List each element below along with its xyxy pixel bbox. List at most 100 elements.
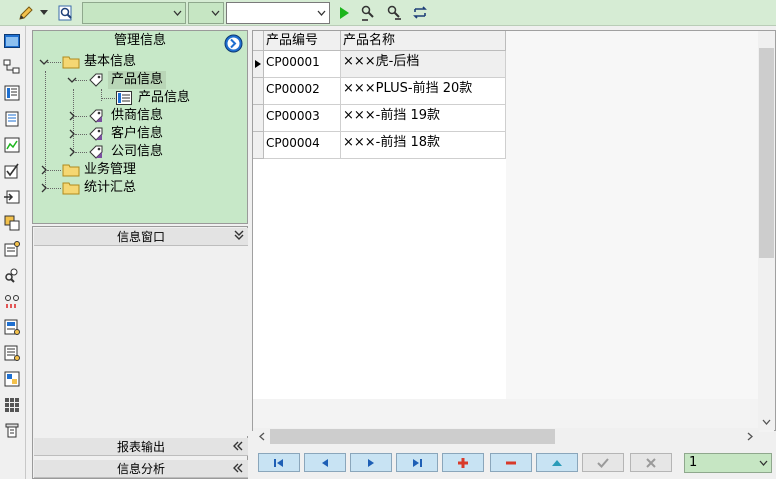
- run-icon[interactable]: [334, 3, 354, 23]
- folder-icon: [62, 164, 80, 177]
- checkbox-icon[interactable]: [3, 162, 21, 180]
- scroll-right-icon[interactable]: [741, 428, 758, 445]
- dropdown-arrow-icon[interactable]: [38, 3, 50, 23]
- plus-icon: [458, 457, 468, 468]
- settings-icon[interactable]: [3, 240, 21, 258]
- table-cell[interactable]: ×××虎-后档: [341, 51, 506, 78]
- collapse-panel-icon[interactable]: [224, 34, 243, 53]
- filter-combo-2[interactable]: [188, 2, 224, 24]
- table-cell[interactable]: ×××PLUS-前挡 20款: [341, 78, 506, 105]
- tree-connector: [47, 188, 61, 189]
- horizontal-scrollbar[interactable]: [253, 428, 759, 445]
- check-icon: [597, 457, 609, 468]
- tree-connector: [75, 116, 87, 117]
- chevron-down-icon[interactable]: [755, 454, 771, 472]
- table-cell[interactable]: CP00003: [264, 105, 341, 132]
- tag-icon: [89, 109, 103, 123]
- tree-node-business-mgmt[interactable]: 业务管理: [33, 161, 233, 179]
- table-cell[interactable]: CP00002: [264, 78, 341, 105]
- pencil-icon[interactable]: [16, 3, 36, 23]
- info-analysis-title: 信息分析: [116, 462, 165, 476]
- tree-connector: [75, 134, 87, 135]
- table-icon[interactable]: [3, 370, 21, 388]
- search-icon[interactable]: [56, 3, 76, 23]
- first-record-button[interactable]: [258, 453, 300, 472]
- tag-icon: [89, 127, 103, 141]
- chevron-down-icon[interactable]: [207, 3, 223, 23]
- folder-icon: [62, 56, 80, 69]
- filter-combo-1[interactable]: [82, 2, 186, 24]
- edit-record-button[interactable]: [536, 453, 578, 472]
- page-select[interactable]: 1: [684, 453, 772, 473]
- post-record-button[interactable]: [582, 453, 624, 472]
- report-output-title: 报表输出: [116, 440, 165, 454]
- row-indicator[interactable]: [253, 78, 264, 105]
- tree-node-basic-info[interactable]: 基本信息: [33, 53, 233, 71]
- users-icon[interactable]: [3, 266, 21, 284]
- tree-node-customer-info[interactable]: 客户信息: [33, 125, 233, 143]
- chevron-double-down-icon[interactable]: [234, 228, 244, 246]
- chevron-double-left-icon[interactable]: [232, 438, 244, 456]
- export-icon[interactable]: [3, 188, 21, 206]
- last-icon: [413, 458, 422, 467]
- vertical-scroll-thumb[interactable]: [759, 48, 774, 258]
- report-edit-icon[interactable]: [3, 344, 21, 362]
- grid-empty-area: [506, 31, 759, 399]
- pin-icon[interactable]: [3, 422, 21, 440]
- link-icon[interactable]: [3, 292, 21, 310]
- next-icon: [368, 458, 374, 467]
- find-user-icon[interactable]: [358, 3, 378, 23]
- tree-connector: [101, 98, 115, 99]
- current-row-arrow-icon: [255, 60, 261, 68]
- row-indicator[interactable]: [253, 105, 264, 132]
- tree-node-statistics[interactable]: 统计汇总: [33, 179, 233, 197]
- column-header-code[interactable]: 产品编号: [264, 31, 341, 51]
- info-window-panel: 信息窗口 报表输出 信息分析: [32, 226, 248, 479]
- horizontal-scroll-thumb[interactable]: [270, 429, 555, 444]
- info-analysis-header[interactable]: 信息分析: [34, 460, 248, 478]
- last-record-button[interactable]: [396, 453, 438, 472]
- network-icon[interactable]: [3, 58, 21, 76]
- delete-record-button[interactable]: [490, 453, 532, 472]
- row-indicator[interactable]: [253, 51, 264, 78]
- info-window-header[interactable]: 信息窗口: [34, 228, 248, 246]
- close-icon: [646, 457, 656, 468]
- tree-connector: [47, 62, 61, 63]
- report-output-header[interactable]: 报表输出: [34, 438, 248, 456]
- tree-node-company-info[interactable]: 公司信息: [33, 143, 233, 161]
- table-cell[interactable]: ×××-前挡 18款: [341, 132, 506, 159]
- list-icon[interactable]: [3, 84, 21, 102]
- tree-connector: [47, 170, 61, 171]
- table-cell[interactable]: ×××-前挡 19款: [341, 105, 506, 132]
- chevron-down-icon[interactable]: [169, 3, 185, 23]
- scroll-down-icon[interactable]: [758, 413, 775, 430]
- table-cell[interactable]: CP00004: [264, 132, 341, 159]
- scroll-left-icon[interactable]: [253, 428, 270, 445]
- vertical-scrollbar[interactable]: [758, 31, 775, 430]
- tree-connector: [75, 80, 87, 81]
- next-record-button[interactable]: [350, 453, 392, 472]
- prior-record-button[interactable]: [304, 453, 346, 472]
- table-cell[interactable]: CP00001: [264, 51, 341, 78]
- tree-node-supplier-info[interactable]: 供商信息: [33, 107, 233, 125]
- insert-record-button[interactable]: [442, 453, 484, 472]
- chevron-double-left-icon[interactable]: [232, 460, 244, 478]
- filter-value-combo[interactable]: [226, 2, 330, 24]
- report-icon[interactable]: [3, 318, 21, 336]
- chart-icon[interactable]: [3, 136, 21, 154]
- find-next-icon[interactable]: [384, 3, 404, 23]
- row-indicator[interactable]: [253, 132, 264, 159]
- product-grid: 产品编号 产品名称 CP00001 ×××虎-后档 CP00002 ×××PLU…: [252, 30, 776, 432]
- document-icon[interactable]: [3, 110, 21, 128]
- tree-node-product-info[interactable]: 产品信息: [33, 71, 233, 89]
- tree-node-product-info-table[interactable]: 产品信息: [33, 89, 233, 107]
- info-window-title: 信息窗口: [116, 230, 165, 244]
- refresh-icon[interactable]: [410, 3, 430, 23]
- grid-icon[interactable]: [3, 214, 21, 232]
- minus-icon: [506, 461, 516, 464]
- apps-icon[interactable]: [3, 396, 21, 414]
- window-icon[interactable]: [3, 32, 21, 50]
- column-header-name[interactable]: 产品名称: [341, 31, 506, 51]
- chevron-down-icon[interactable]: [313, 3, 329, 23]
- cancel-record-button[interactable]: [630, 453, 672, 472]
